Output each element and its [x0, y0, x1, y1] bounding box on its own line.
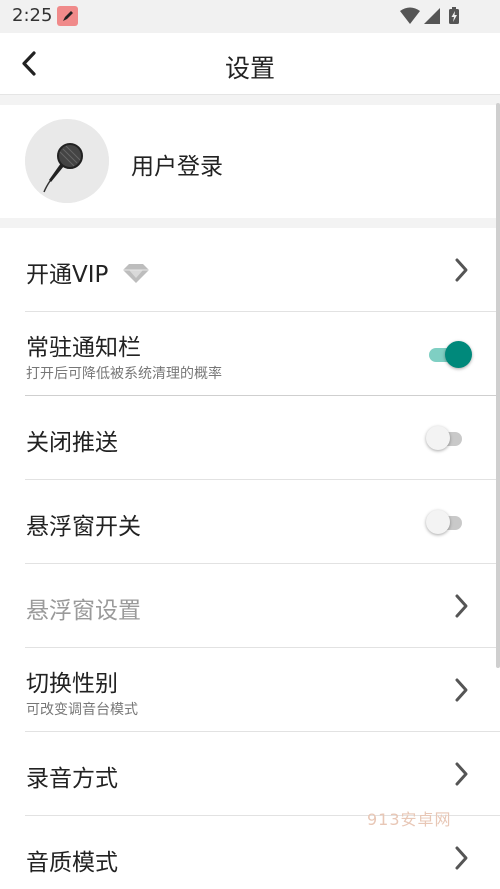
- disable-push-toggle[interactable]: [426, 426, 462, 450]
- setting-persistent-notification: 常驻通知栏 打开后可降低被系统清理的概率: [0, 312, 500, 396]
- chevron-right-icon: [455, 846, 468, 870]
- section-gap: [0, 218, 500, 228]
- signal-icon: [424, 8, 440, 24]
- diamond-icon: [122, 262, 150, 284]
- setting-switch-gender[interactable]: 切换性别 可改变调音台模式: [0, 648, 500, 732]
- setting-title: 录音方式: [26, 766, 118, 792]
- page-title: 设置: [224, 54, 275, 83]
- setting-title: 悬浮窗开关: [26, 514, 141, 540]
- microphone-icon: [25, 119, 109, 203]
- chevron-right-icon: [455, 594, 468, 618]
- setting-title: 悬浮窗设置: [26, 598, 141, 624]
- setting-floating-window-switch: 悬浮窗开关: [0, 480, 500, 564]
- watermark: 913安卓网: [367, 810, 452, 829]
- setting-subtitle: 打开后可降低被系统清理的概率: [26, 366, 222, 382]
- setting-subtitle: 可改变调音台模式: [26, 702, 138, 718]
- chevron-right-icon: [455, 258, 468, 282]
- setting-recording-method[interactable]: 录音方式: [0, 732, 500, 816]
- user-login-row[interactable]: 用户登录: [0, 105, 500, 218]
- avatar: [25, 119, 109, 203]
- chevron-right-icon: [455, 762, 468, 786]
- status-bar: 2:25: [0, 0, 500, 33]
- setting-floating-window-settings[interactable]: 悬浮窗设置: [0, 564, 500, 648]
- battery-charging-icon: [449, 7, 459, 24]
- setting-title: 开通VIP: [26, 255, 150, 289]
- status-time: 2:25: [12, 5, 53, 26]
- setting-title: 音质模式: [26, 850, 118, 876]
- user-login-label: 用户登录: [131, 154, 223, 180]
- scrollbar[interactable]: [496, 103, 500, 668]
- persistent-notification-toggle[interactable]: [429, 341, 473, 368]
- setting-title: 关闭推送: [26, 430, 118, 456]
- setting-disable-push: 关闭推送: [0, 396, 500, 480]
- setting-vip[interactable]: 开通VIP: [0, 228, 500, 312]
- section-gap: [0, 95, 500, 105]
- setting-title: 切换性别: [26, 671, 118, 697]
- app-header: 设置: [0, 33, 500, 95]
- floating-window-toggle[interactable]: [426, 510, 462, 534]
- chevron-right-icon: [455, 678, 468, 702]
- wifi-icon: [400, 7, 420, 24]
- status-icons: [400, 7, 464, 25]
- app-notification-icon: [57, 6, 78, 26]
- setting-title: 常驻通知栏: [26, 335, 141, 361]
- settings-list: 开通VIP 常驻通知栏 打开后可降低被系统清理的概率 关闭推送 悬浮窗开关 悬浮…: [0, 228, 500, 889]
